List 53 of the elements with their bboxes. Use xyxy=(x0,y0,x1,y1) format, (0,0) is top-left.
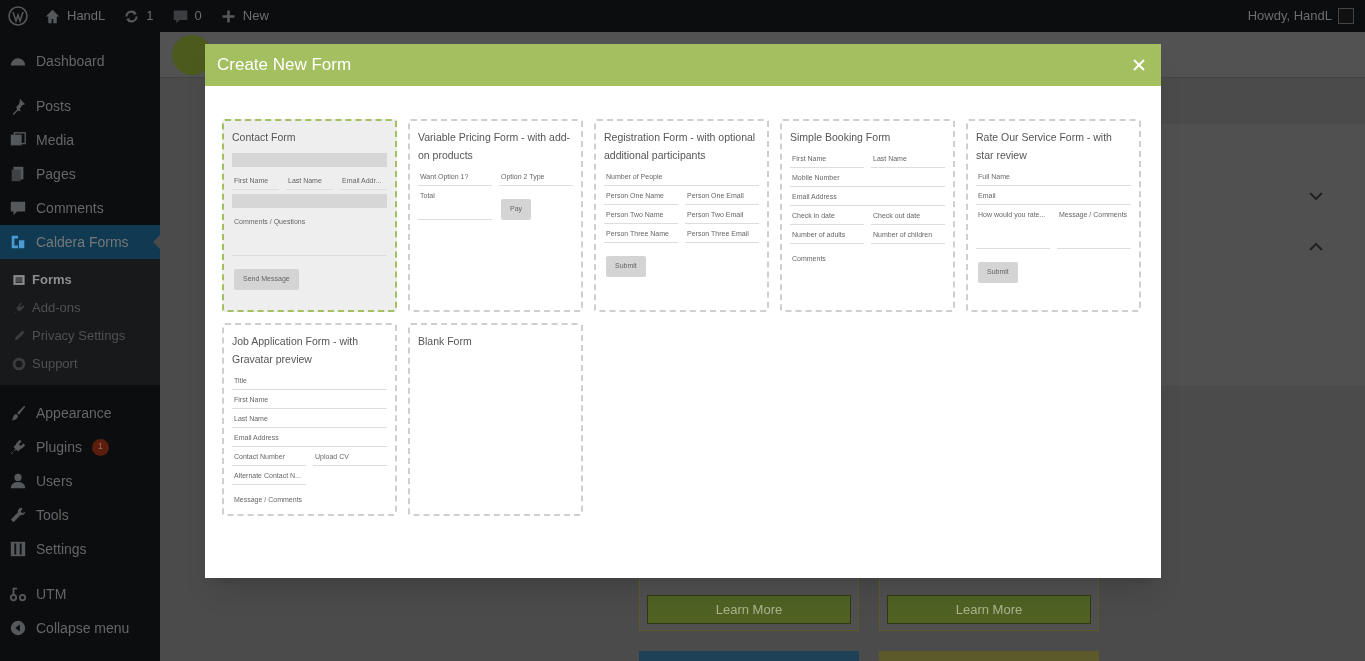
count-badge: 1 xyxy=(91,438,109,456)
plug-icon xyxy=(12,301,26,315)
bracket-icon xyxy=(9,233,27,251)
template-title: Blank Form xyxy=(418,334,473,349)
learn-more-button[interactable]: Learn More xyxy=(887,595,1091,624)
sliders-icon xyxy=(9,540,27,558)
menu-item[interactable]: Caldera Forms xyxy=(0,225,160,259)
wrench-icon xyxy=(9,506,27,524)
updates-link[interactable]: 1 xyxy=(123,6,154,26)
pen-icon xyxy=(12,329,26,343)
menu-item[interactable]: Collapse menu xyxy=(0,611,160,645)
close-button[interactable] xyxy=(1131,57,1147,73)
menu-item[interactable]: Tools xyxy=(0,498,160,532)
wordpress-logo-icon[interactable] xyxy=(8,6,28,26)
submenu-item[interactable]: Support xyxy=(0,350,160,378)
chevron-up-icon[interactable] xyxy=(1309,241,1323,251)
menu-item[interactable]: Dashboard xyxy=(0,44,160,78)
brush-icon xyxy=(9,404,27,422)
menu-item[interactable]: Media xyxy=(0,123,160,157)
current-arrow-icon xyxy=(153,235,160,249)
home-icon xyxy=(44,7,61,25)
menu-item[interactable]: Pages xyxy=(0,157,160,191)
menu-item[interactable]: Appearance xyxy=(0,396,160,430)
new-link[interactable]: New xyxy=(219,6,269,26)
template-title: Registration Form - with optional additional participants xyxy=(604,130,757,163)
submenu-item[interactable]: Forms xyxy=(0,266,160,294)
menu-item[interactable]: Settings xyxy=(0,532,160,566)
lifebuoy-icon xyxy=(12,357,26,371)
avatar-icon xyxy=(1338,8,1354,24)
modal-title: Create New Form xyxy=(217,54,352,77)
template-title: Simple Booking Form xyxy=(790,130,892,145)
person-icon xyxy=(9,472,27,490)
menu-item[interactable]: Comments xyxy=(0,191,160,225)
speech-bubble-icon xyxy=(9,199,27,217)
template-title: Variable Pricing Form - with add-on products xyxy=(418,130,572,163)
template-card[interactable]: Blank Form xyxy=(408,323,583,516)
submenu-item[interactable]: Privacy Settings xyxy=(0,322,160,350)
learn-more-button[interactable]: Learn More xyxy=(647,595,851,624)
template-title: Job Application Form - with Gravatar preview xyxy=(232,334,360,367)
chevron-down-icon[interactable] xyxy=(1309,191,1323,201)
menu-item[interactable]: Users xyxy=(0,464,160,498)
comments-link[interactable]: 0 xyxy=(171,6,202,26)
list-icon xyxy=(12,273,26,287)
account-link[interactable]: Howdy, HandL xyxy=(1247,6,1357,26)
template-title: Rate Our Service Form - with star review xyxy=(976,130,1113,163)
site-link[interactable]: HandL xyxy=(44,6,106,26)
submenu-item[interactable]: Add-ons xyxy=(0,294,160,322)
menu-item[interactable]: Posts xyxy=(0,89,160,123)
menu-item[interactable]: Plugins 1 xyxy=(0,430,160,464)
collapse-icon xyxy=(9,619,27,637)
plug-icon xyxy=(9,438,27,456)
menu-item[interactable]: UTM xyxy=(0,577,160,611)
template-title: Contact Form xyxy=(232,130,297,145)
